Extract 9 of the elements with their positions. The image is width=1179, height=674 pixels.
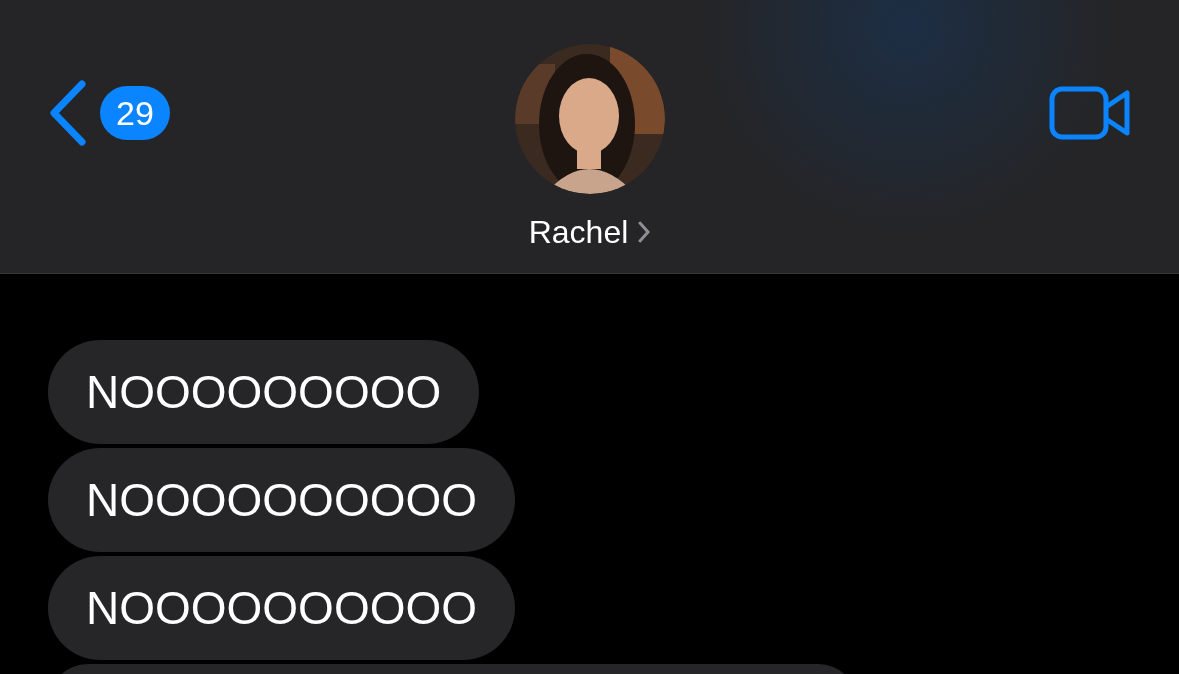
chevron-right-icon: [638, 221, 651, 243]
message-bubble: NOOOOOOOOOO: [48, 556, 516, 660]
unread-count-badge: 29: [100, 86, 170, 140]
back-chevron-icon: [48, 80, 88, 146]
message-bubble: NOOOOOOOOOO: [48, 448, 516, 552]
contact-name-button[interactable]: Rachel: [528, 208, 651, 256]
back-button[interactable]: 29: [48, 80, 170, 146]
message-bubble: NOOOOOOOOO: [48, 340, 480, 444]
video-call-button[interactable]: [1049, 86, 1131, 140]
